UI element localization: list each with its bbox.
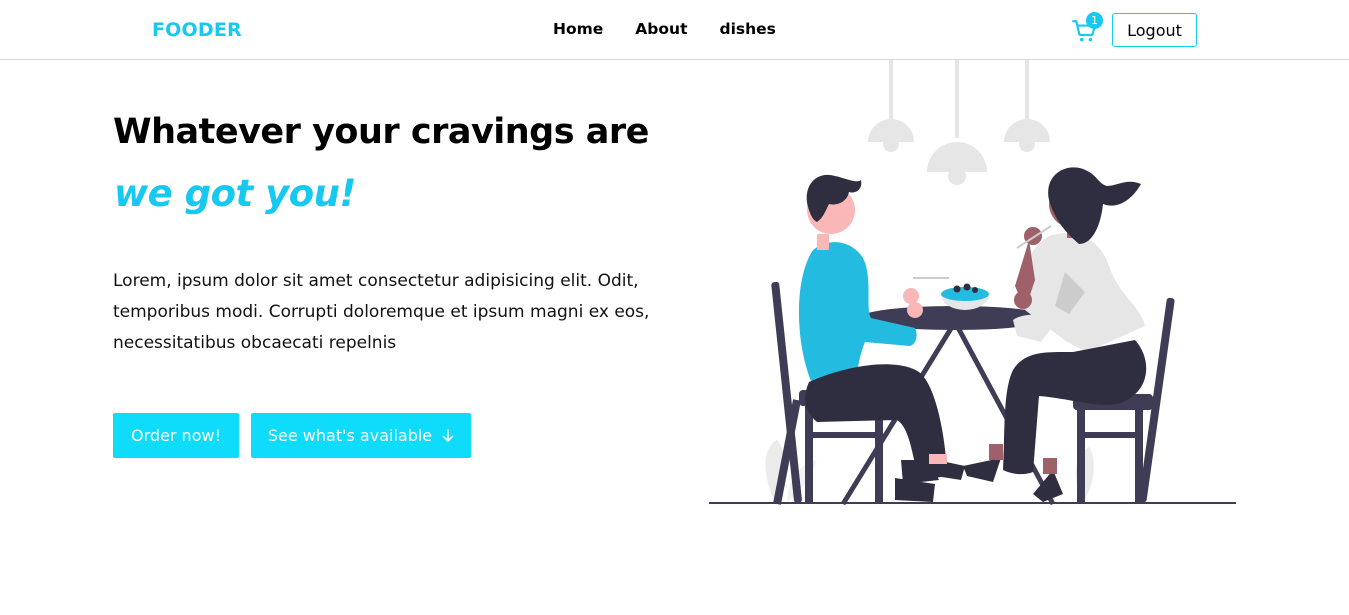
dining-couple-illustration bbox=[709, 60, 1236, 506]
hero-headline: Whatever your cravings are bbox=[113, 112, 649, 152]
woman-figure bbox=[963, 167, 1147, 502]
nav-link-dishes[interactable]: dishes bbox=[719, 20, 775, 38]
hero-description: Lorem, ipsum dolor sit amet consectetur … bbox=[113, 271, 650, 353]
arrow-down-icon bbox=[442, 428, 454, 442]
navbar: FOODER Home About dishes 1 Logout bbox=[0, 0, 1349, 60]
hero-tagline: we got you! bbox=[114, 172, 356, 215]
nav-links: Home About dishes bbox=[553, 20, 776, 38]
pendant-lamps bbox=[868, 60, 1050, 185]
nav-link-about[interactable]: About bbox=[635, 20, 687, 38]
nav-link-home[interactable]: Home bbox=[553, 20, 603, 38]
logout-button[interactable]: Logout bbox=[1112, 13, 1197, 47]
order-now-button[interactable]: Order now! bbox=[113, 413, 239, 458]
see-available-button[interactable]: See what's available bbox=[251, 413, 471, 458]
see-available-label: See what's available bbox=[267, 426, 433, 445]
cart-count-badge: 1 bbox=[1086, 12, 1103, 29]
order-now-label: Order now! bbox=[131, 426, 221, 445]
logo[interactable]: FOODER bbox=[152, 19, 242, 41]
cart-button[interactable]: 1 bbox=[1072, 12, 1103, 44]
